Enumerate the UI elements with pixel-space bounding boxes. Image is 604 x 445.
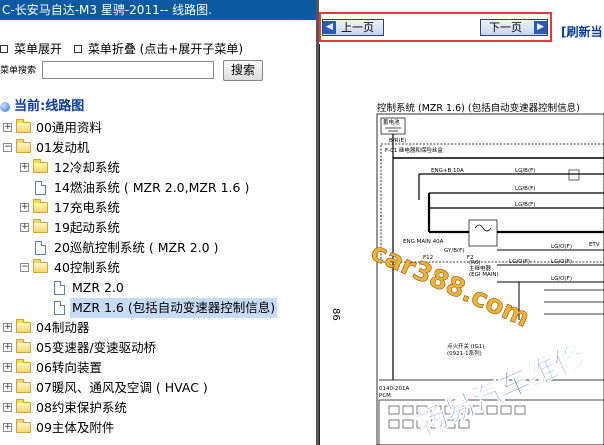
folder-icon <box>16 339 31 353</box>
gyb-label: GY/B(F) <box>444 248 464 254</box>
folder-icon <box>16 119 31 133</box>
tree-item-hvac[interactable]: + 07暖风、通风及空调 ( HVAC ) <box>0 378 318 398</box>
tree-root-label: 当前:线路图 <box>14 99 85 114</box>
folder-icon <box>33 199 48 213</box>
window-title: C-长安马自达-M3 星骋-2011-- 线路图. <box>0 0 318 20</box>
lgo-label-4: LG/O(F) <box>551 276 572 282</box>
battery-label: 蓄电池 <box>383 118 400 126</box>
tree-item-label: MZR 2.0 <box>72 280 124 295</box>
tree-item-brakes[interactable]: + 04制动器 <box>0 318 318 338</box>
minus-icon[interactable]: − <box>3 143 12 152</box>
tree-item-fuel[interactable]: 14燃油系统 ( MZR 2.0,MZR 1.6 ) <box>0 178 318 198</box>
folder-open-icon <box>16 139 31 153</box>
lgo-label-3: LG/O(F) <box>551 259 572 265</box>
plus-icon[interactable]: + <box>3 423 12 432</box>
lgb-label-3: LG/B(F) <box>515 202 535 208</box>
tree-item-label: 14燃油系统 ( MZR 2.0,MZR 1.6 ) <box>54 180 250 195</box>
tree-item-label: 17充电系统 <box>54 200 120 215</box>
folder-icon <box>16 399 31 413</box>
search-label: 菜单搜索 <box>0 66 37 76</box>
menu-controls: 菜单展开 菜单折叠 (点击+展开子菜单) <box>0 40 243 58</box>
plus-icon[interactable]: + <box>3 123 12 132</box>
bre-label: B/R(E) <box>389 138 406 144</box>
tree-item-transmission[interactable]: + 05变速器/变速驱动桥 <box>0 338 318 358</box>
fuse-box-label: F-01 继电器和保险丝盒 <box>385 146 443 154</box>
document-icon <box>35 181 46 195</box>
tree-item-general[interactable]: + 00通用资料 <box>0 118 318 138</box>
tree-item-cruise[interactable]: 20巡航控制系统 ( MZR 2.0 ) <box>0 238 318 258</box>
collapse-icon <box>73 45 82 53</box>
tree-item-label: 20巡航控制系统 ( MZR 2.0 ) <box>54 240 219 255</box>
tree-item-label: 40控制系统 <box>54 260 120 275</box>
document-viewer: ◀ 上一页 下一页 ▶ [刷新当 控制系统 (MZR 1.6) (包括自动变速器… <box>319 0 604 445</box>
tree-item-starting[interactable]: + 19起动系统 <box>0 218 318 238</box>
watermark-text-2: 畅易汽车维修 <box>412 338 592 444</box>
lgb-label-1: LG/B(F) <box>515 168 535 174</box>
tree-item-label-selected: MZR 1.6 (包括自动变速器控制信息) <box>70 298 278 318</box>
egi-main-label: (EGI MAIN) <box>469 272 499 278</box>
tree-item-label: 09主体及附件 <box>36 420 115 435</box>
ignition-label: 点火开关 (IG1) <box>447 342 484 350</box>
main-relay-box <box>468 219 498 247</box>
etv-label: ETV <box>589 242 600 248</box>
tree-item-body[interactable]: + 09主体及附件 <box>0 418 318 438</box>
eng-main-label: ENG MAIN 40A <box>403 239 444 245</box>
ignition-code-label: (0921-1系列) <box>447 349 482 357</box>
plus-icon[interactable]: + <box>3 363 12 372</box>
search-input[interactable] <box>42 61 214 79</box>
document-icon <box>35 241 46 255</box>
tree-item-restraints[interactable]: + 08约束保护系统 <box>0 398 318 418</box>
tree-item-label: 07暖风、通风及空调 ( HVAC ) <box>36 380 208 395</box>
plus-icon[interactable]: + <box>20 223 29 232</box>
folder-icon <box>33 219 48 233</box>
tree-item-charging[interactable]: + 17充电系统 <box>0 198 318 218</box>
wiring-diagram: 蓄电池 B/R(E) F-01 继电器和保险丝盒 ENG+B 10A LG/B(… <box>366 113 604 445</box>
left-pane: C-长安马自达-M3 星骋-2011-- 线路图. 菜单展开 菜单折叠 (点击+… <box>0 0 318 445</box>
search-button[interactable]: 搜索 <box>223 60 263 81</box>
globe-icon <box>0 101 10 112</box>
minus-icon[interactable]: − <box>20 263 29 272</box>
plus-icon[interactable]: + <box>3 403 12 412</box>
document-icon <box>54 301 65 315</box>
tree-item-mzr16[interactable]: MZR 1.6 (包括自动变速器控制信息) <box>0 298 318 318</box>
tree-item-label: 05变速器/变速驱动桥 <box>36 340 157 355</box>
tree-item-engine[interactable]: − 01发动机 <box>0 138 318 158</box>
main-relay-label: 主继电器 <box>469 264 492 272</box>
document-icon <box>54 281 65 295</box>
expand-menu-link[interactable]: 菜单展开 <box>14 42 62 56</box>
tree-item-label: 12冷却系统 <box>54 160 120 175</box>
lgb-label-2: LG/B(F) <box>515 186 535 192</box>
folder-icon <box>16 419 31 433</box>
tree-item-control[interactable]: − 40控制系统 <box>0 258 318 278</box>
collapse-menu-link[interactable]: 菜单折叠 (点击+展开子菜单) <box>88 42 243 56</box>
tree-item-label: 04制动器 <box>36 320 90 335</box>
pcm-code-label: 0140-201A <box>379 386 409 392</box>
plus-icon[interactable]: + <box>3 343 12 352</box>
lgo-label-1: LG/O(F) <box>551 244 572 250</box>
folder-open-icon <box>33 259 48 273</box>
tree-item-cooling[interactable]: + 12冷却系统 <box>0 158 318 178</box>
tree-item-label: 06转向装置 <box>36 360 102 375</box>
expand-icon <box>0 45 8 53</box>
tree-item-label: 00通用资料 <box>36 120 102 135</box>
folder-icon <box>33 159 48 173</box>
plus-icon[interactable]: + <box>3 323 12 332</box>
plus-icon[interactable]: + <box>3 383 12 392</box>
eng-b-fuse-label: ENG+B 10A <box>431 168 464 174</box>
folder-icon <box>16 379 31 393</box>
tree-item-label: 08约束保护系统 <box>36 400 127 415</box>
tree-item-label: 19起动系统 <box>54 220 120 235</box>
tree-item-label: 01发动机 <box>36 140 90 155</box>
tree-item-mzr20[interactable]: MZR 2.0 <box>0 278 318 298</box>
plus-icon[interactable]: + <box>20 203 29 212</box>
lgo-label-2: LG/O(F) <box>509 259 530 265</box>
pcm-label: PCM <box>379 393 391 399</box>
folder-icon <box>16 359 31 373</box>
tree-root[interactable]: 当前:线路图 <box>0 98 84 116</box>
folder-icon <box>16 319 31 333</box>
plus-icon[interactable]: + <box>20 163 29 172</box>
tree-item-steering[interactable]: + 06转向装置 <box>0 358 318 378</box>
